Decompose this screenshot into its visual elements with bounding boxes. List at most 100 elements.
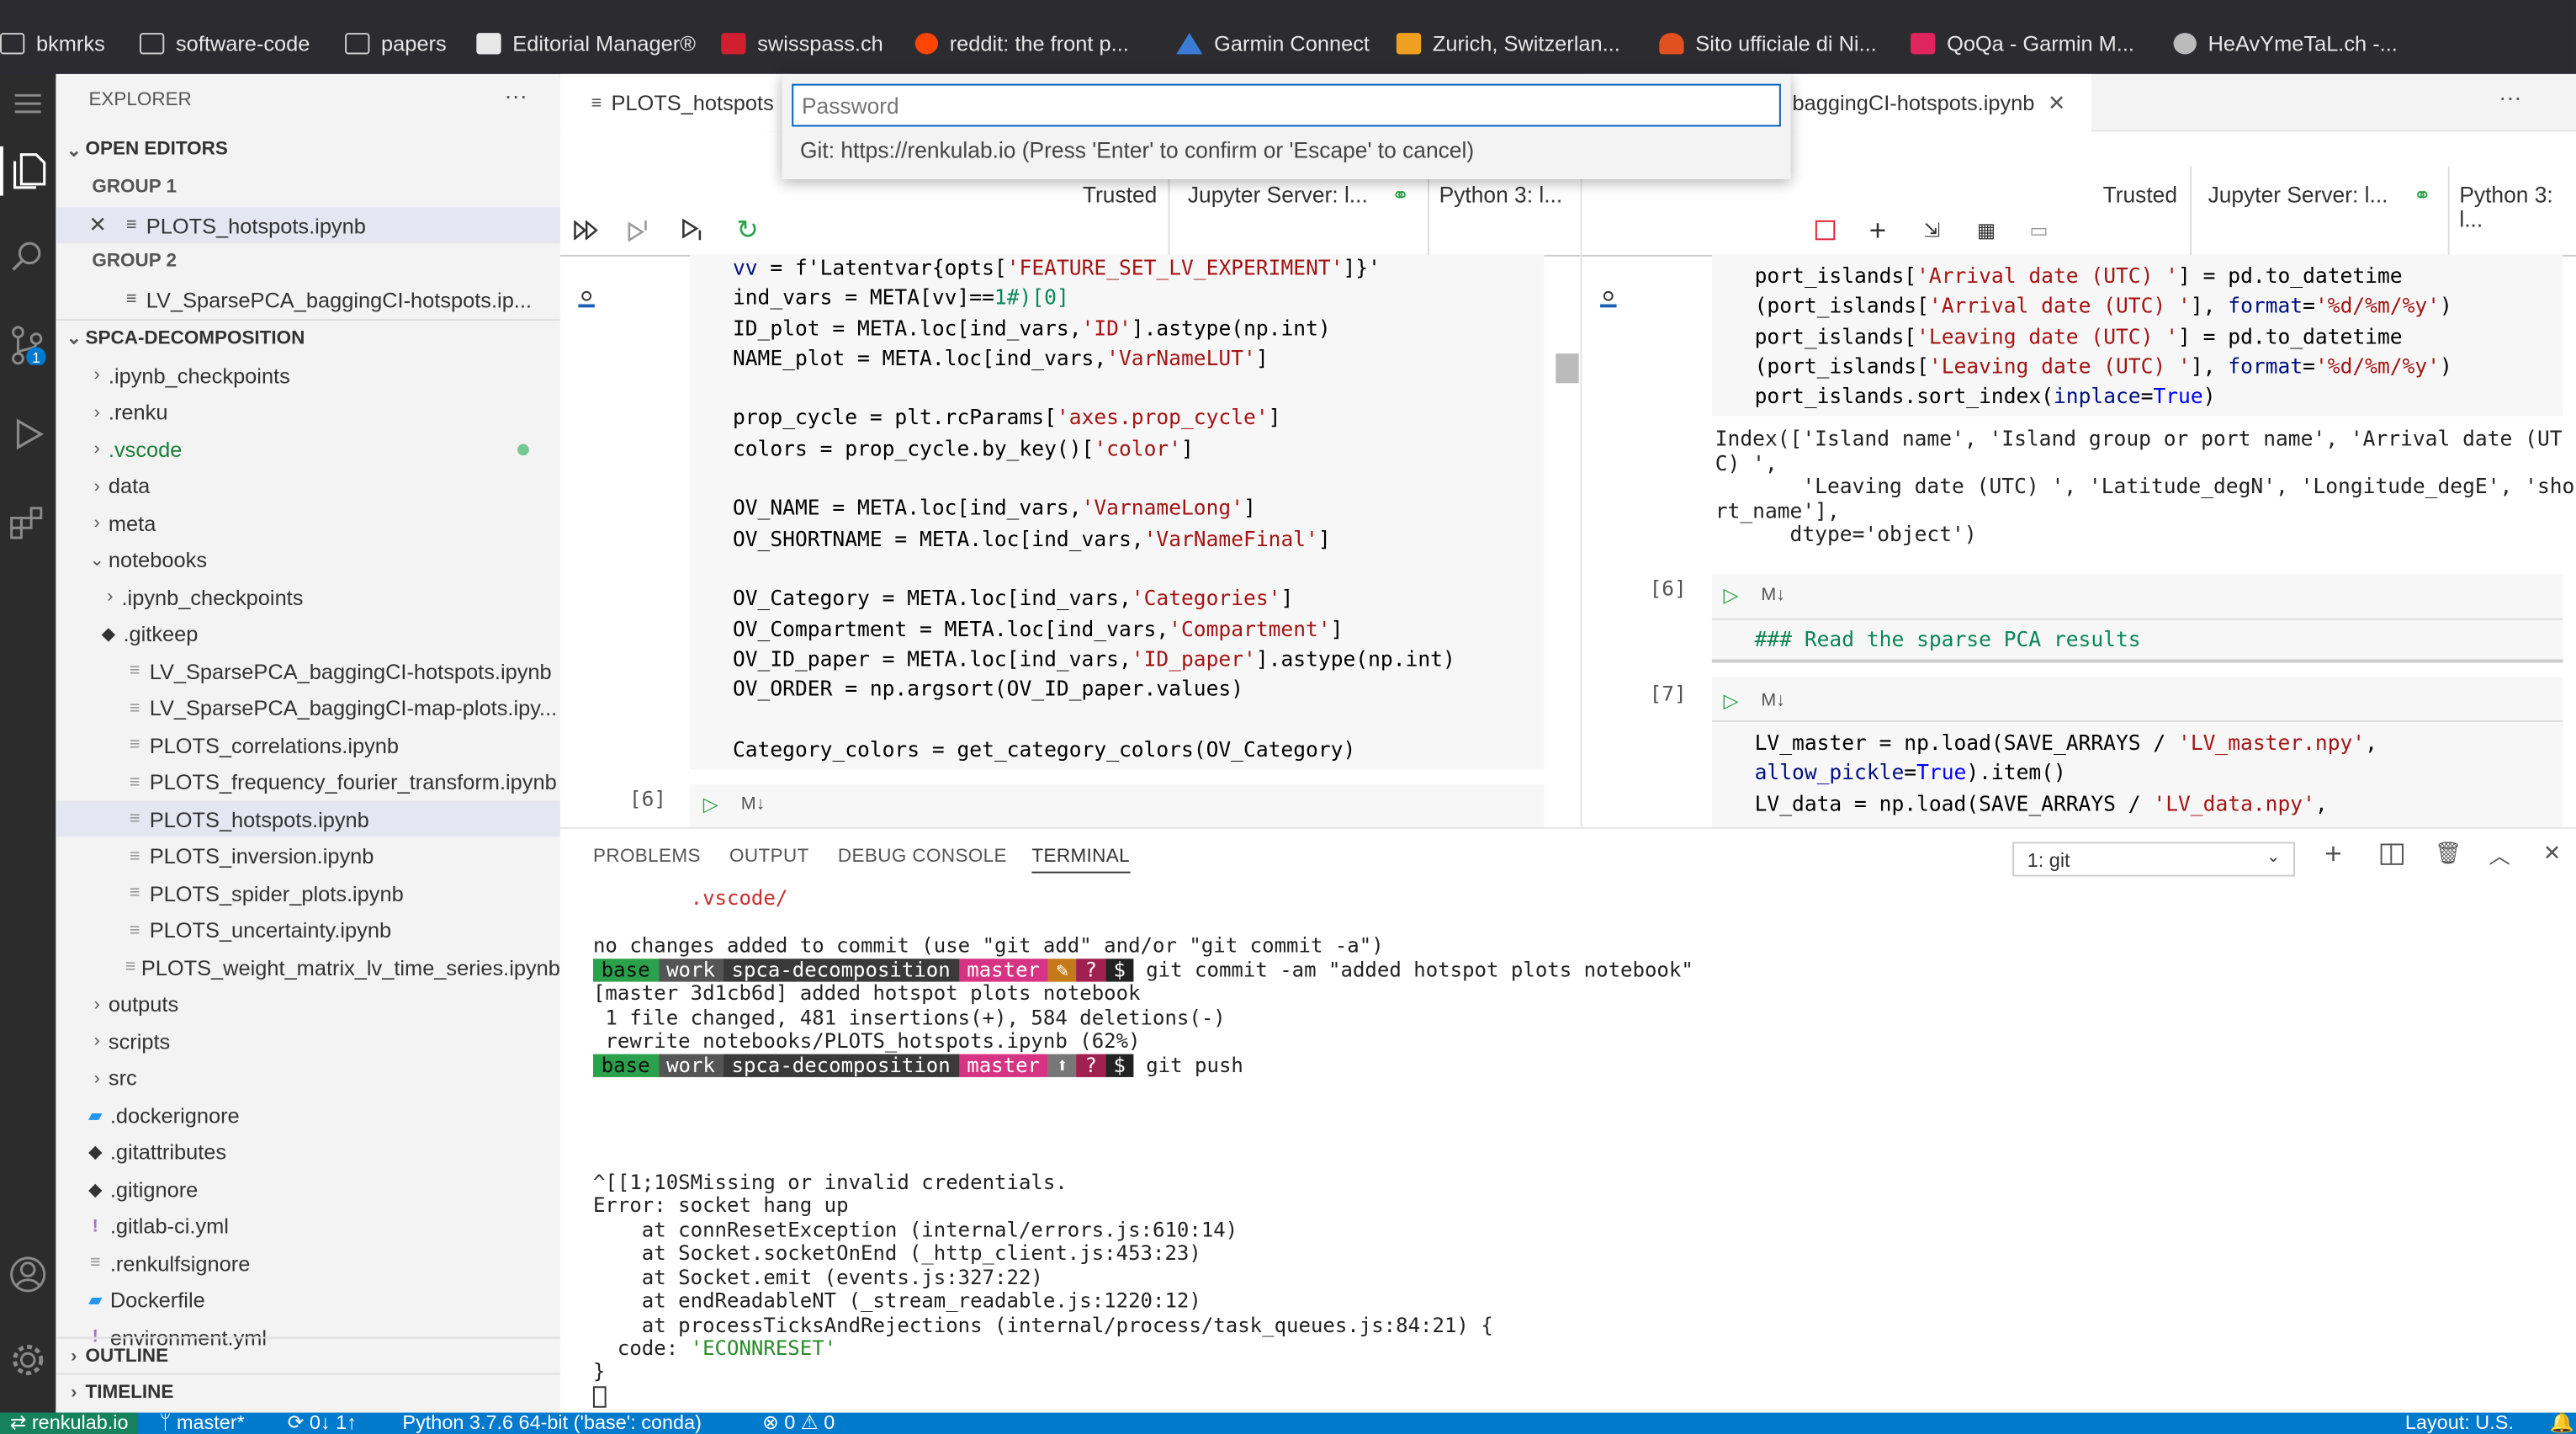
- settings-gear-icon[interactable]: [0, 1336, 56, 1385]
- tree-folder[interactable]: › .renku: [56, 394, 560, 430]
- tab-problems[interactable]: PROBLEMS: [593, 847, 701, 866]
- interrupt-kernel-icon[interactable]: [1809, 214, 1842, 247]
- explorer-icon[interactable]: [0, 146, 56, 196]
- bookmark-item[interactable]: HeAvYmeTaL.ch -...: [2173, 28, 2398, 57]
- more-actions-icon[interactable]: ···: [505, 82, 527, 109]
- run-cell-icon[interactable]: ▷: [1723, 584, 1738, 607]
- branch-indicator[interactable]: ᛘ master*: [159, 1413, 244, 1434]
- terminal-cursor[interactable]: [592, 1386, 607, 1408]
- tree-file[interactable]: ≡ PLOTS_weight_matrix_lv_time_series.ipyn…: [56, 949, 560, 985]
- variables-icon[interactable]: ▦: [1969, 214, 2002, 247]
- tree-file[interactable]: ≡ LV_SparsePCA_baggingCI-map-plots.ipy...: [56, 690, 560, 726]
- close-icon[interactable]: ✕: [88, 212, 111, 238]
- terminal-select[interactable]: 1: git ⌄: [2012, 842, 2296, 877]
- scrollbar-thumb[interactable]: [1556, 353, 1579, 384]
- run-above-icon[interactable]: [623, 214, 655, 247]
- tree-folder[interactable]: › .ipynb_checkpoints: [56, 357, 560, 393]
- kernel-status[interactable]: Python 3: l...: [2459, 183, 2576, 232]
- bookmark-item[interactable]: papers: [345, 28, 447, 57]
- tree-file[interactable]: ◆ .gitignore: [56, 1171, 560, 1207]
- open-editors-section[interactable]: ⌄ OPEN EDITORS: [56, 131, 560, 167]
- kernel-status[interactable]: Python 3: l...: [1439, 183, 1563, 207]
- timeline-section[interactable]: › TIMELINE: [56, 1373, 560, 1410]
- run-cell-icon[interactable]: ▷: [703, 793, 718, 815]
- tree-file[interactable]: ≡ LV_SparsePCA_baggingCI-hotspots.ipynb: [56, 653, 560, 689]
- search-icon[interactable]: [0, 232, 56, 282]
- source-control-icon[interactable]: 1: [0, 321, 56, 370]
- run-below-icon[interactable]: [677, 214, 710, 247]
- more-actions-icon[interactable]: ···: [2499, 84, 2521, 110]
- tree-folder[interactable]: › data: [56, 468, 560, 504]
- tree-file[interactable]: ≡ PLOTS_inversion.ipynb: [56, 838, 560, 874]
- password-input[interactable]: [792, 83, 1781, 127]
- menu-icon[interactable]: [0, 79, 56, 129]
- bookmark-item[interactable]: Sito ufficiale di Ni...: [1659, 28, 1877, 57]
- tree-folder[interactable]: › scripts: [56, 1022, 560, 1059]
- tab-output[interactable]: OUTPUT: [729, 847, 809, 866]
- jupyter-server-status[interactable]: Jupyter Server: l...: [2208, 183, 2388, 207]
- tree-folder[interactable]: › outputs: [56, 985, 560, 1022]
- save-icon[interactable]: ▭: [2022, 214, 2055, 247]
- jupyter-server-status[interactable]: Jupyter Server: l...: [1188, 183, 1368, 207]
- project-section[interactable]: ⌄ SPCA-DECOMPOSITION: [56, 319, 560, 355]
- tree-folder[interactable]: › .ipynb_checkpoints: [56, 579, 560, 615]
- tree-file[interactable]: ≡ PLOTS_frequency_fourier_transform.ipynb: [56, 764, 560, 800]
- tree-file[interactable]: ≡ PLOTS_spider_plots.ipynb: [56, 875, 560, 911]
- tree-folder[interactable]: ⌄ notebooks: [56, 542, 560, 578]
- maximize-panel-icon[interactable]: ︿: [2489, 839, 2510, 870]
- new-terminal-icon[interactable]: +: [2324, 837, 2342, 872]
- notification-icon[interactable]: 🔔: [2550, 1413, 2574, 1434]
- account-icon[interactable]: [0, 1250, 56, 1299]
- bookmark-item[interactable]: swisspass.ch: [721, 28, 883, 57]
- tree-folder[interactable]: › .vscode: [56, 431, 560, 467]
- tree-file[interactable]: ≡ .renkulfsignore: [56, 1245, 560, 1281]
- bookmark-item[interactable]: QoQa - Garmin M...: [1911, 28, 2134, 57]
- tree-folder[interactable]: › meta: [56, 505, 560, 541]
- tree-file[interactable]: ≡ PLOTS_uncertainty.ipynb: [56, 912, 560, 948]
- bookmark-item[interactable]: Editorial Manager®: [476, 28, 696, 57]
- python-interpreter[interactable]: Python 3.7.6 64-bit ('base': conda): [402, 1413, 701, 1434]
- variable-explorer-icon[interactable]: [1592, 284, 1625, 317]
- tree-file[interactable]: ≡ PLOTS_correlations.ipynb: [56, 727, 560, 763]
- tree-file[interactable]: ◆ .gitkeep: [56, 616, 560, 652]
- split-terminal-icon[interactable]: [2380, 843, 2404, 865]
- file-icon: ≡: [125, 215, 137, 236]
- problems-indicator[interactable]: ⊗ 0 ⚠ 0: [762, 1413, 835, 1434]
- tab-terminal[interactable]: TERMINAL: [1031, 847, 1131, 874]
- terminal-line: at Socket.socketOnEnd (_http_client.js:4…: [592, 1241, 1201, 1265]
- tree-folder[interactable]: › src: [56, 1060, 560, 1096]
- tree-file[interactable]: ◆ .gitattributes: [56, 1134, 560, 1170]
- bookmark-item[interactable]: bkmrks: [0, 28, 105, 57]
- open-editor-item[interactable]: ≡ LV_SparsePCA_baggingCI-hotspots.ip...: [56, 281, 560, 317]
- add-cell-icon[interactable]: +: [1862, 213, 1895, 247]
- bookmark-item[interactable]: reddit: the front p...: [914, 28, 1129, 57]
- tree-file[interactable]: ▰ .dockerignore: [56, 1097, 560, 1133]
- close-panel-icon[interactable]: ✕: [2543, 841, 2561, 867]
- run-debug-icon[interactable]: [0, 410, 56, 459]
- outline-section[interactable]: › OUTLINE: [56, 1336, 560, 1373]
- bookmark-item[interactable]: Zurich, Switzerlan...: [1396, 28, 1620, 57]
- sync-indicator[interactable]: ⟳ 0↓ 1↑: [288, 1413, 357, 1434]
- trusted-status[interactable]: Trusted: [1083, 183, 1157, 207]
- variable-explorer-icon[interactable]: [570, 284, 603, 317]
- restart-kernel-icon[interactable]: ↻: [731, 214, 764, 247]
- tree-file[interactable]: ≡ PLOTS_hotspots.ipynb: [56, 800, 560, 837]
- trash-icon[interactable]: 🗑: [2435, 841, 2462, 867]
- tree-file[interactable]: ▰ Dockerfile: [56, 1282, 560, 1318]
- tree-file[interactable]: ! .gitlab-ci.yml: [56, 1208, 560, 1244]
- extensions-icon[interactable]: [0, 498, 56, 548]
- remote-indicator[interactable]: ⇄ renkulab.io: [0, 1412, 139, 1434]
- open-editor-item[interactable]: ✕ ≡ PLOTS_hotspots.ipynb: [56, 207, 560, 244]
- run-cell-icon[interactable]: ▷: [1723, 689, 1738, 712]
- trusted-status[interactable]: Trusted: [2103, 183, 2177, 207]
- editor-tab[interactable]: ≡ PLOTS_hotspots: [559, 73, 791, 132]
- run-all-icon[interactable]: [570, 214, 603, 247]
- close-icon[interactable]: ✕: [2048, 89, 2065, 115]
- markdown-cell[interactable]: [690, 784, 1545, 827]
- bookmark-item[interactable]: Garmin Connect: [1176, 28, 1370, 57]
- tab-debug-console[interactable]: DEBUG CONSOLE: [838, 847, 1007, 866]
- terminal-line: 1 file changed, 481 insertions(+), 584 d…: [592, 1006, 1226, 1030]
- keyboard-layout[interactable]: Layout: U.S.: [2405, 1413, 2514, 1434]
- bookmark-item[interactable]: software-code: [139, 28, 310, 57]
- export-icon[interactable]: ⇲: [1916, 214, 1948, 247]
